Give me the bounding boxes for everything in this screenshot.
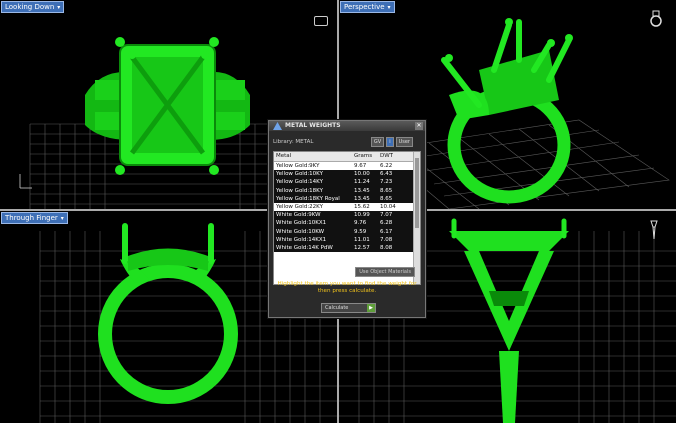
dwt-cell: 7.23 — [380, 179, 393, 186]
user-button[interactable]: User — [395, 137, 413, 147]
library-buttons: GV i User — [370, 137, 413, 147]
dialog-title[interactable]: METAL WEIGHTS — [269, 121, 425, 131]
grams-cell: 13.45 — [354, 187, 370, 194]
grams-cell: 10.00 — [354, 171, 370, 178]
dwt-cell: 6.28 — [380, 220, 393, 227]
info-icon[interactable]: i — [386, 137, 394, 147]
metal-cell: Yellow Gold:14KY — [276, 179, 323, 186]
metal-cell: Yellow Gold:10KY — [276, 171, 323, 178]
metal-cell: Yellow Gold:18KY — [276, 187, 323, 194]
metal-cell: Yellow Gold:9KY — [276, 163, 320, 169]
table-header: Metal Grams DWT — [274, 152, 420, 162]
viewport-label-through-finger[interactable]: Through Finger ▾ — [1, 212, 68, 224]
table-scrollbar[interactable] — [413, 152, 420, 284]
ring-side-view — [449, 218, 569, 423]
view-cube-icon[interactable] — [314, 16, 328, 26]
dwt-cell: 7.07 — [380, 212, 393, 219]
ring-front-view — [98, 223, 238, 404]
gv-button[interactable]: GV — [370, 137, 385, 147]
grams-cell: 11.01 — [354, 236, 370, 243]
grams-cell: 11.24 — [354, 179, 370, 186]
dropdown-arrow-icon: ▾ — [60, 215, 64, 222]
column-header-grams[interactable]: Grams — [353, 152, 379, 161]
table-row[interactable]: Yellow Gold:14KY 11.24 7.23 — [274, 178, 420, 187]
viewport-label-looking-down[interactable]: Looking Down ▾ — [1, 1, 65, 13]
calculate-button[interactable]: Calculate ▶ — [321, 303, 376, 313]
grams-cell: 13.45 — [354, 195, 370, 202]
table-row[interactable]: White Gold:10KX1 9.76 6.28 — [274, 219, 420, 228]
metal-cell: Yellow Gold:18KY Royal — [276, 195, 340, 202]
grams-cell: 9.67 — [354, 163, 367, 169]
dwt-cell: 6.43 — [380, 171, 393, 178]
dwt-cell: 8.65 — [380, 195, 393, 202]
scrollbar-thumb[interactable] — [415, 158, 419, 228]
instruction-text: Highlight the item you want to find the … — [277, 281, 417, 294]
grams-cell: 12.57 — [354, 244, 370, 251]
metal-cell: White Gold:14K PdW — [276, 244, 333, 251]
column-header-metal[interactable]: Metal — [274, 152, 353, 161]
column-header-dwt[interactable]: DWT — [379, 152, 410, 161]
table-row[interactable]: Yellow Gold:18KY 13.45 8.65 — [274, 186, 420, 195]
grams-cell: 10.99 — [354, 212, 370, 219]
use-object-materials-dropdown[interactable]: Use Object Materials — [355, 267, 415, 277]
calculate-label: Calculate — [325, 305, 349, 311]
table-row[interactable]: White Gold:14K PdW 12.57 8.08 — [274, 243, 420, 253]
table-row[interactable]: Yellow Gold:9KY 9.67 6.22 — [274, 162, 420, 170]
metal-cell: Yellow Gold:22KY — [276, 203, 323, 210]
grams-cell: 15.62 — [354, 203, 370, 210]
dwt-cell: 6.17 — [380, 228, 393, 235]
table-row[interactable]: Yellow Gold:10KY 10.00 6.43 — [274, 170, 420, 179]
dwt-cell: 8.65 — [380, 187, 393, 194]
viewport-label-perspective[interactable]: Perspective ▾ — [340, 1, 395, 13]
dropdown-arrow-icon: ▾ — [387, 4, 391, 11]
ring-perspective — [441, 18, 573, 204]
table-row[interactable]: Yellow Gold:18KY Royal 13.45 8.65 — [274, 194, 420, 203]
metal-cell: White Gold:10KW — [276, 228, 325, 235]
table-row[interactable]: White Gold:9KW 10.99 7.07 — [274, 211, 420, 220]
ring-side-icon[interactable] — [649, 219, 659, 241]
grams-cell: 9.76 — [354, 220, 367, 227]
metal-weights-dialog: METAL WEIGHTS ✕ Library: METAL GV i User… — [268, 120, 426, 318]
metal-cell: White Gold:10KX1 — [276, 220, 327, 227]
dwt-cell: 6.22 — [380, 163, 393, 169]
dwt-cell: 10.04 — [380, 203, 396, 210]
dwt-cell: 8.08 — [380, 244, 393, 251]
dropdown-arrow-icon: ▾ — [57, 4, 61, 11]
close-button[interactable]: ✕ — [415, 122, 423, 130]
table-row[interactable]: White Gold:10KW 9.59 6.17 — [274, 227, 420, 236]
metal-cell: White Gold:9KW — [276, 212, 321, 219]
play-icon: ▶ — [367, 304, 375, 312]
ring-view-icon[interactable] — [649, 10, 663, 28]
table-row[interactable]: White Gold:14KX1 11.01 7.08 — [274, 235, 420, 244]
app-logo-icon — [273, 122, 282, 130]
dwt-cell: 7.08 — [380, 236, 393, 243]
library-label: Library: METAL — [273, 139, 314, 145]
grams-cell: 9.59 — [354, 228, 367, 235]
table-row[interactable]: Yellow Gold:22KY 15.62 10.04 — [274, 203, 420, 211]
metal-cell: White Gold:14KX1 — [276, 236, 327, 243]
metal-table[interactable]: Metal Grams DWT Yellow Gold:9KY 9.67 6.22 … — [273, 151, 421, 285]
